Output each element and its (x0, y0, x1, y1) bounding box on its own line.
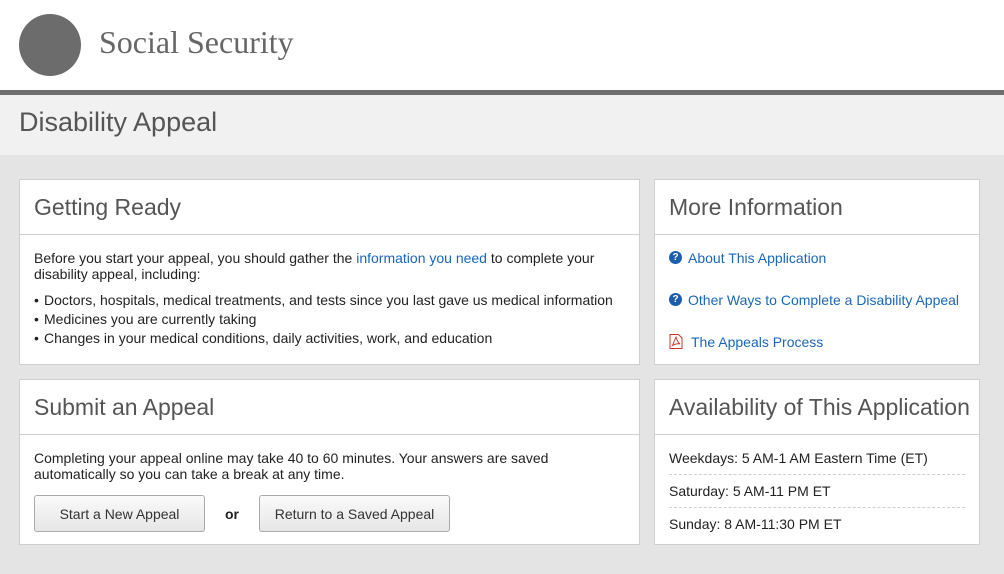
list-item: • Medicines you are currently taking (34, 311, 257, 327)
availability-saturday: Saturday: 5 AM-11 PM ET (669, 483, 965, 508)
site-header: Social Security (0, 0, 1004, 90)
return-saved-appeal-button[interactable]: Return to a Saved Appeal (259, 495, 450, 532)
availability-hours: Weekdays: 5 AM-1 AM Eastern Time (ET) Sa… (669, 450, 965, 540)
agency-name[interactable]: Social Security (99, 24, 294, 61)
appeals-process-link[interactable]: The Appeals Process (691, 334, 823, 350)
list-item: • Doctors, hospitals, medical treatments,… (34, 292, 613, 308)
ssa-seal-logo[interactable] (19, 14, 81, 76)
start-new-appeal-button[interactable]: Start a New Appeal (34, 495, 205, 532)
submit-appeal-panel: Submit an Appeal Completing your appeal … (19, 379, 640, 545)
submit-appeal-heading: Submit an Appeal (20, 380, 639, 435)
help-icon: ? (669, 293, 682, 306)
pdf-icon (669, 334, 683, 349)
more-information-heading: More Information (655, 180, 979, 235)
information-you-need-link[interactable]: information you need (356, 250, 487, 266)
getting-ready-intro: Before you start your appeal, you should… (34, 250, 625, 282)
intro-prefix: Before you start your appeal, you should… (34, 250, 357, 266)
list-item: The Appeals Process (669, 334, 965, 376)
getting-ready-heading: Getting Ready (20, 180, 639, 235)
list-item: ? Other Ways to Complete a Disability Ap… (669, 292, 965, 334)
availability-heading: Availability of This Application (655, 380, 979, 435)
getting-ready-panel: Getting Ready Before you start your appe… (19, 179, 640, 365)
more-information-links: ? About This Application ? Other Ways to… (669, 250, 965, 376)
help-icon: ? (669, 251, 682, 264)
availability-weekdays: Weekdays: 5 AM-1 AM Eastern Time (ET) (669, 450, 965, 475)
title-bar: Disability Appeal (0, 95, 1004, 155)
other-ways-link[interactable]: Other Ways to Complete a Disability Appe… (688, 292, 959, 308)
submit-description: Completing your appeal online may take 4… (34, 450, 549, 482)
appeal-actions: Start a New Appeal or Return to a Saved … (34, 495, 625, 532)
about-this-application-link[interactable]: About This Application (688, 250, 826, 266)
page-title: Disability Appeal (19, 107, 218, 137)
list-item: ? About This Application (669, 250, 965, 292)
availability-sunday: Sunday: 8 AM-11:30 PM ET (669, 516, 842, 532)
availability-panel: Availability of This Application Weekday… (654, 379, 980, 545)
or-separator: or (225, 505, 239, 522)
gather-list: • Doctors, hospitals, medical treatments,… (34, 292, 625, 346)
list-item: • Changes in your medical conditions, dai… (34, 330, 493, 346)
more-information-panel: More Information ? About This Applicatio… (654, 179, 980, 365)
